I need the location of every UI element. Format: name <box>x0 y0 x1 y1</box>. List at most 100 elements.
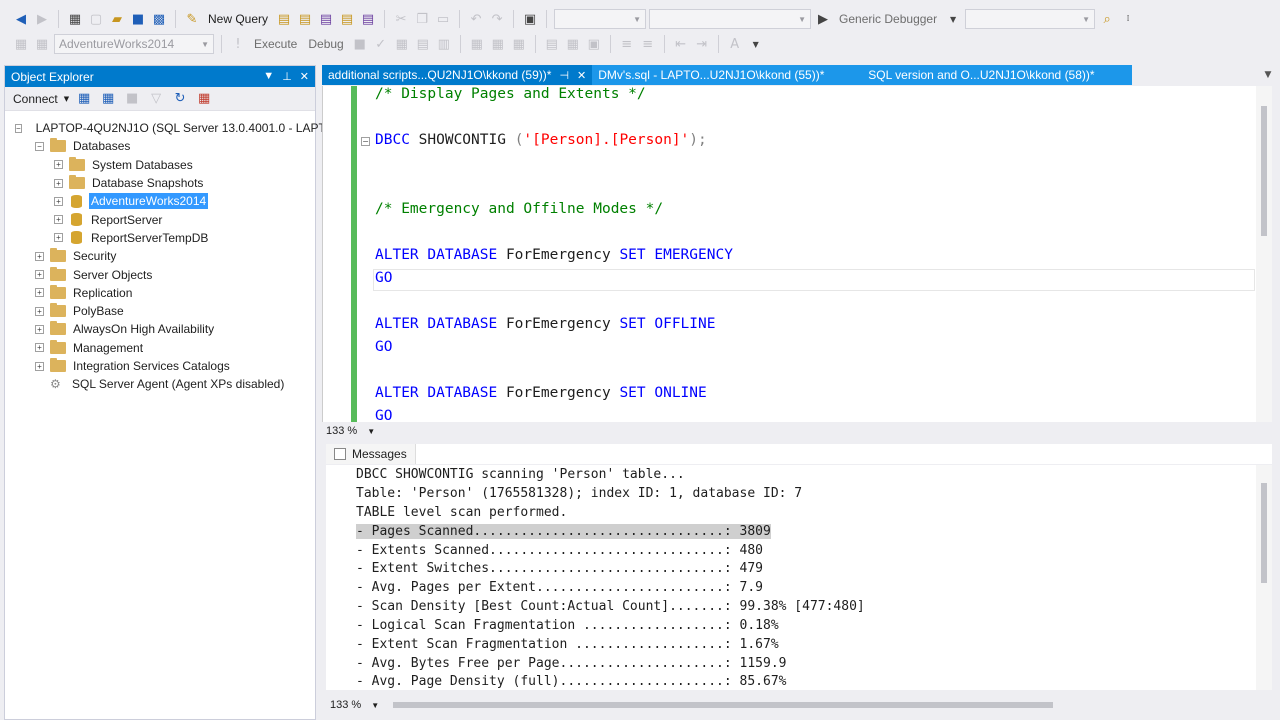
uncomment-icon[interactable]: ≡ <box>639 35 657 53</box>
tab-dmvs[interactable]: DMv's.sql - LAPTO...U2NJ1O\kkond (55))* <box>592 65 863 85</box>
specify-values-icon[interactable]: A <box>726 35 744 53</box>
tree-node-reportservertempdb[interactable]: + ReportServerTempDB <box>5 229 315 247</box>
undo-icon[interactable]: ↶ <box>467 10 485 28</box>
execute-button[interactable]: Execute <box>250 37 301 51</box>
include-plan-icon[interactable]: ▦ <box>468 35 486 53</box>
stop-icon[interactable]: ■ <box>123 90 141 108</box>
tree-node-server-objects[interactable]: + Server Objects <box>5 265 315 283</box>
chevron-down-icon[interactable]: ▼ <box>367 427 375 436</box>
new-query-icon[interactable]: ✎ <box>183 10 201 28</box>
new-query-button[interactable]: New Query <box>204 12 272 26</box>
solution-config-combo[interactable]: ▼ <box>554 9 647 29</box>
tree-node-security[interactable]: + Security <box>5 247 315 265</box>
debug-target-combo[interactable]: ▼ <box>965 9 1096 29</box>
live-stats-icon[interactable]: ▦ <box>489 35 507 53</box>
tab-overflow-icon[interactable]: ▼ <box>1256 65 1280 85</box>
connect-object-icon[interactable]: ▦ <box>75 90 93 108</box>
add-item-icon[interactable]: ▢ <box>87 10 105 28</box>
comment-icon[interactable]: ≡ <box>618 35 636 53</box>
paste-icon[interactable]: ▭ <box>434 10 452 28</box>
debugger-button[interactable]: Generic Debugger <box>835 12 941 26</box>
expand-icon[interactable]: + <box>54 178 63 188</box>
connect-button[interactable]: Connect <box>13 92 58 106</box>
dmx-query-icon[interactable]: ▤ <box>317 10 335 28</box>
new-project-icon[interactable]: ▦ <box>66 10 84 28</box>
filter-icon[interactable]: ▽ <box>147 90 165 108</box>
query-options-icon[interactable]: ▤ <box>414 35 432 53</box>
tree-node-sql-server-agent[interactable]: ⚙ SQL Server Agent (Agent XPs disabled) <box>5 375 315 393</box>
expand-icon[interactable]: + <box>54 196 63 206</box>
query-editor[interactable]: − /* Display Pages and Extents */ DBCC S… <box>322 86 1272 422</box>
execute-icon[interactable]: ! <box>229 35 247 53</box>
expand-icon[interactable]: + <box>35 306 44 316</box>
messages-pane[interactable]: DBCC SHOWCONTIG scanning 'Person' table.… <box>326 465 1256 690</box>
tab-sql-version[interactable]: SQL version and O...U2NJ1O\kkond (58))* <box>862 65 1133 85</box>
expand-icon[interactable]: + <box>54 215 63 225</box>
chevron-down-icon[interactable]: ▼ <box>371 701 379 710</box>
results-zoom-combo[interactable]: 133 % ▼ <box>326 699 379 711</box>
expand-icon[interactable]: + <box>35 251 44 261</box>
refresh-icon[interactable]: ↻ <box>171 90 189 108</box>
results-file-icon[interactable]: ▣ <box>585 35 603 53</box>
expand-icon[interactable]: + <box>35 343 44 353</box>
expand-icon[interactable]: + <box>35 324 44 334</box>
back-icon[interactable]: ◀ <box>12 10 30 28</box>
chevron-down-icon[interactable]: ▼ <box>944 10 962 28</box>
tree-node-reportserver[interactable]: + ReportServer <box>5 210 315 228</box>
save-icon[interactable]: ■ <box>129 10 147 28</box>
results-grid-icon[interactable]: ▦ <box>564 35 582 53</box>
increase-indent-icon[interactable]: ⇥ <box>693 35 711 53</box>
stop-icon[interactable]: ■ <box>351 35 369 53</box>
tree-node-alwayson[interactable]: + AlwaysOn High Availability <box>5 320 315 338</box>
tree-node-system-databases[interactable]: + System Databases <box>5 156 315 174</box>
tab-messages[interactable]: Messages <box>326 444 416 464</box>
xmla-query-icon[interactable]: ▤ <box>338 10 356 28</box>
close-icon[interactable]: ✕ <box>577 69 586 82</box>
connect-icon[interactable]: ▦ <box>12 35 30 53</box>
expand-icon[interactable]: + <box>35 361 44 371</box>
toolbar-options-icon[interactable]: ⁞ <box>1119 10 1137 28</box>
cut-icon[interactable]: ✂ <box>392 10 410 28</box>
tree-node-integration-services[interactable]: + Integration Services Catalogs <box>5 357 315 375</box>
scrollbar-thumb[interactable] <box>1261 483 1267 583</box>
client-stats-icon[interactable]: ▦ <box>510 35 528 53</box>
editor-zoom-combo[interactable]: 133 % ▼ <box>322 425 375 437</box>
editor-vertical-scrollbar[interactable] <box>1256 86 1272 422</box>
tab-additional-scripts[interactable]: additional scripts...QU2NJ1O\kkond (59))… <box>322 65 593 85</box>
pin-icon[interactable]: ⊣ <box>559 69 569 82</box>
activity-monitor-icon[interactable]: ▦ <box>195 90 213 108</box>
display-plan-icon[interactable]: ▦ <box>393 35 411 53</box>
debug-button[interactable]: Debug <box>304 37 347 51</box>
intellisense-icon[interactable]: ▥ <box>435 35 453 53</box>
tree-node-replication[interactable]: + Replication <box>5 284 315 302</box>
scrollbar-thumb[interactable] <box>1261 106 1267 236</box>
decrease-indent-icon[interactable]: ⇤ <box>672 35 690 53</box>
chevron-down-icon[interactable]: ▼ <box>64 95 69 103</box>
expand-icon[interactable]: + <box>54 160 63 170</box>
tree-node-server[interactable]: − LAPTOP-4QU2NJ1O (SQL Server 13.0.4001.… <box>5 119 343 137</box>
disconnect-icon[interactable]: ▦ <box>33 35 51 53</box>
expand-icon[interactable]: + <box>35 288 44 298</box>
find-icon[interactable]: ⌕ <box>1098 10 1116 28</box>
window-position-icon[interactable]: ▼ <box>263 70 274 83</box>
database-engine-query-icon[interactable]: ▤ <box>275 10 293 28</box>
tree-node-databases[interactable]: − Databases <box>5 137 315 155</box>
collapse-icon[interactable]: − <box>15 123 22 133</box>
tree-node-database-snapshots[interactable]: + Database Snapshots <box>5 174 315 192</box>
parse-icon[interactable]: ✓ <box>372 35 390 53</box>
forward-icon[interactable]: ▶ <box>33 10 51 28</box>
dax-query-icon[interactable]: ▤ <box>359 10 377 28</box>
collapse-region-icon[interactable]: − <box>361 137 370 146</box>
copy-icon[interactable]: ❐ <box>413 10 431 28</box>
results-text-icon[interactable]: ▤ <box>543 35 561 53</box>
solution-platform-combo[interactable]: ▼ <box>649 9 812 29</box>
redo-icon[interactable]: ↷ <box>488 10 506 28</box>
results-horizontal-scrollbar[interactable] <box>393 702 1054 708</box>
save-all-icon[interactable]: ▩ <box>150 10 168 28</box>
screen-icon[interactable]: ▣ <box>521 10 539 28</box>
tree-node-adventureworks2014[interactable]: + AdventureWorks2014 <box>5 192 315 211</box>
expand-icon[interactable]: + <box>35 270 44 280</box>
tree-node-polybase[interactable]: + PolyBase <box>5 302 315 320</box>
results-vertical-scrollbar[interactable] <box>1256 465 1272 690</box>
collapse-icon[interactable]: − <box>35 141 44 151</box>
